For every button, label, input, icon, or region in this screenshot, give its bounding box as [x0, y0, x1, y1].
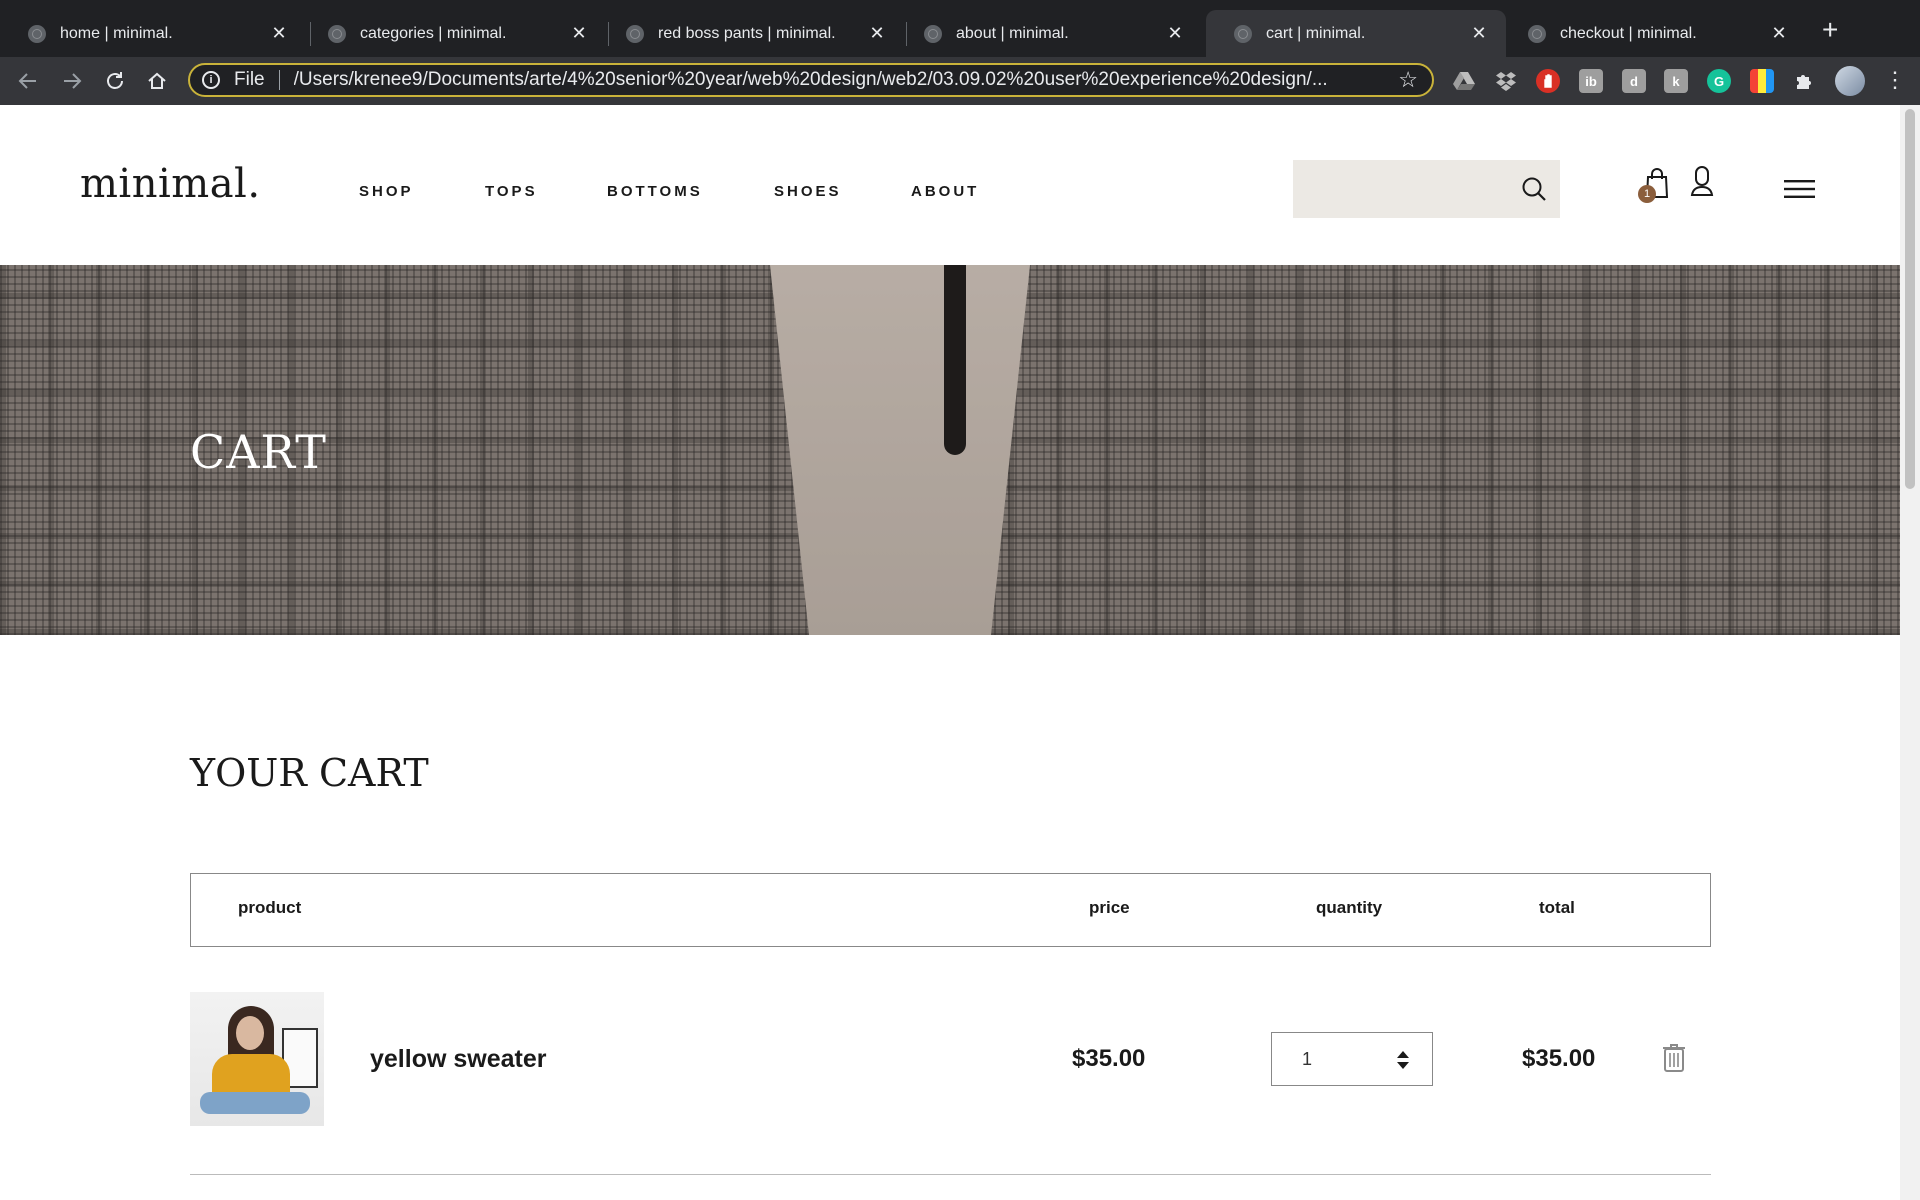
cart-heading: YOUR CART [190, 751, 429, 795]
back-button[interactable] [12, 65, 44, 97]
hero-title: CART [190, 425, 327, 479]
reload-icon [107, 72, 123, 89]
hero-banner: CART [0, 265, 1900, 635]
nav-bottoms[interactable]: BOTTOMS [607, 183, 703, 200]
cart-item-total: $35.00 [1522, 1045, 1596, 1072]
user-icon[interactable] [1690, 165, 1714, 197]
tab-checkout[interactable]: checkout | minimal. ✕ [1500, 10, 1806, 57]
grammarly-icon[interactable]: G [1707, 69, 1731, 93]
ib-icon[interactable]: ib [1579, 69, 1603, 93]
more-menu-icon[interactable]: ⋮ [1884, 67, 1906, 93]
cart-item-name[interactable]: yellow sweater [370, 1045, 546, 1074]
tab-label: cart | minimal. [1266, 24, 1366, 42]
globe-icon [328, 24, 346, 43]
tab-label: home | minimal. [60, 24, 173, 42]
bookmark-star-icon[interactable]: ☆ [1398, 67, 1418, 93]
address-bar[interactable]: i File /Users/krenee9/Documents/arte/4%2… [188, 63, 1434, 97]
close-icon[interactable]: ✕ [1166, 23, 1184, 44]
adblock-icon[interactable] [1536, 69, 1560, 93]
k-extension-icon[interactable]: k [1664, 69, 1688, 93]
home-button[interactable] [141, 65, 173, 97]
globe-icon [924, 24, 942, 43]
browser-tab-bar: home | minimal. ✕ categories | minimal. … [0, 0, 1920, 57]
address-divider [278, 70, 280, 90]
page-content: minimal. SHOP TOPS BOTTOMS SHOES ABOUT 1… [0, 105, 1920, 1200]
cart-count-badge: 1 [1638, 185, 1656, 203]
column-total: total [1539, 898, 1575, 917]
search-icon[interactable] [1521, 176, 1547, 202]
globe-icon [28, 24, 46, 43]
nav-shop[interactable]: SHOP [359, 183, 414, 200]
info-icon[interactable]: i [202, 71, 220, 89]
close-icon[interactable]: ✕ [270, 23, 288, 44]
nav-about[interactable]: ABOUT [911, 183, 979, 200]
puzzle-icon[interactable] [1792, 69, 1816, 93]
dropbox-icon[interactable] [1494, 69, 1518, 93]
drive-icon[interactable] [1452, 69, 1476, 93]
nav-shoes[interactable]: SHOES [774, 183, 842, 200]
nav-tops[interactable]: TOPS [485, 183, 538, 200]
home-icon [148, 72, 166, 89]
search-bar [1293, 160, 1560, 218]
profile-avatar[interactable] [1835, 66, 1865, 96]
tab-label: categories | minimal. [360, 24, 507, 42]
d-extension-icon[interactable]: d [1622, 69, 1646, 93]
trash-icon[interactable] [1662, 1043, 1686, 1073]
arrow-left-icon [18, 73, 36, 89]
row-divider [190, 1174, 1711, 1175]
scheme-label: File [234, 69, 265, 90]
new-tab-button[interactable]: + [1822, 16, 1838, 44]
globe-icon [626, 24, 644, 43]
tab-label: about | minimal. [956, 24, 1069, 42]
search-input[interactable] [1293, 160, 1513, 218]
site-logo[interactable]: minimal. [80, 161, 261, 207]
page-scrollbar[interactable] [1900, 105, 1920, 1200]
spinner-arrows-icon[interactable] [1396, 1049, 1410, 1071]
close-icon[interactable]: ✕ [868, 23, 886, 44]
column-product: product [238, 898, 302, 917]
url-text[interactable]: /Users/krenee9/Documents/arte/4%20senior… [294, 69, 1389, 91]
tab-about[interactable]: about | minimal. ✕ [896, 10, 1202, 57]
arrow-right-icon [64, 73, 82, 89]
tab-red-boss-pants[interactable]: red boss pants | minimal. ✕ [598, 10, 904, 57]
close-icon[interactable]: ✕ [1770, 23, 1788, 44]
reload-button[interactable] [99, 65, 131, 97]
column-price: price [1089, 898, 1130, 917]
tab-label: red boss pants | minimal. [658, 24, 836, 42]
column-quantity: quantity [1316, 898, 1383, 917]
product-thumbnail[interactable] [190, 992, 324, 1126]
tab-categories[interactable]: categories | minimal. ✕ [300, 10, 606, 57]
browser-toolbar: i File /Users/krenee9/Documents/arte/4%2… [0, 57, 1920, 105]
palette-icon[interactable] [1750, 69, 1774, 93]
quantity-value[interactable]: 1 [1302, 1049, 1312, 1070]
tab-label: checkout | minimal. [1560, 24, 1697, 42]
close-icon[interactable]: ✕ [570, 23, 588, 44]
scrollbar-thumb[interactable] [1905, 109, 1915, 489]
globe-icon [1234, 24, 1252, 43]
quantity-stepper[interactable]: 1 [1271, 1032, 1433, 1086]
globe-icon [1528, 24, 1546, 43]
close-icon[interactable]: ✕ [1470, 23, 1488, 44]
cart-table-header: product price quantity total [190, 873, 1711, 947]
cart-item-price: $35.00 [1072, 1045, 1146, 1072]
forward-button[interactable] [56, 65, 88, 97]
tab-home[interactable]: home | minimal. ✕ [0, 10, 306, 57]
tab-cart[interactable]: cart | minimal. ✕ [1206, 10, 1506, 57]
hamburger-menu-icon[interactable] [1784, 179, 1815, 199]
